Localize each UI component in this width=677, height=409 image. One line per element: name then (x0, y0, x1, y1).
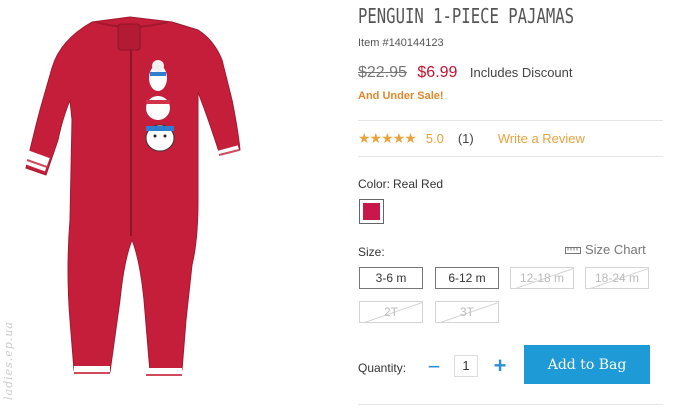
size-chart-link[interactable]: Size Chart (565, 242, 646, 257)
size-chart-label: Size Chart (585, 242, 646, 257)
size-option-2t[interactable]: 2T (359, 301, 423, 323)
size-option-label: 18-24 m (594, 271, 640, 285)
quantity-decrease-button[interactable]: − (424, 353, 444, 381)
size-option-label: 2T (383, 305, 398, 319)
write-review-link[interactable]: Write a Review (498, 131, 585, 146)
size-option-label: 12-18 m (519, 271, 565, 285)
rating-score: 5.0 (425, 131, 444, 146)
rating-row: ★★★★★ 5.0 (1) Write a Review (358, 130, 585, 147)
ruler-icon (565, 246, 581, 254)
quantity-label: Quantity: (358, 361, 407, 375)
selected-color: Real Red (393, 177, 444, 191)
original-price: $22.95 (358, 64, 407, 81)
add-to-bag-button[interactable]: Add to Bag (524, 345, 650, 384)
size-option-12-18m[interactable]: 12-18 m (510, 267, 574, 289)
divider (358, 156, 663, 157)
size-option-label: 3T (459, 305, 474, 319)
size-option-label: 3-6 m (375, 271, 407, 285)
sale-price: $6.99 (417, 64, 458, 81)
rating-count[interactable]: (1) (458, 131, 474, 146)
divider (358, 404, 663, 405)
size-label: Size: (358, 245, 385, 259)
size-option-label: 6-12 m (448, 271, 486, 285)
size-option-3-6m[interactable]: 3-6 m (359, 267, 423, 289)
color-label: Color: Real Red (358, 177, 443, 191)
item-number: Item #140144123 (358, 37, 444, 49)
sale-note: And Under Sale! (358, 90, 444, 102)
quantity-input[interactable]: 1 (454, 355, 478, 377)
size-option-18-24m[interactable]: 18-24 m (585, 267, 649, 289)
color-label-text: Color: (358, 177, 391, 191)
product-image[interactable] (0, 0, 300, 409)
color-swatch-fill (363, 203, 380, 220)
quantity-increase-button[interactable]: + (489, 352, 511, 380)
price-row: $22.95 $6.99 Includes Discount (358, 64, 573, 82)
discount-note: Includes Discount (469, 65, 573, 80)
product-title: PENGUIN 1-PIECE PAJAMAS (358, 4, 575, 28)
size-option-3t[interactable]: 3T (435, 301, 499, 323)
color-swatch-real-red[interactable] (359, 199, 384, 224)
star-rating-icon: ★★★★★ (358, 130, 417, 146)
size-option-6-12m[interactable]: 6-12 m (435, 267, 499, 289)
divider (358, 120, 663, 121)
watermark: ladies.ep.ua (2, 321, 15, 400)
